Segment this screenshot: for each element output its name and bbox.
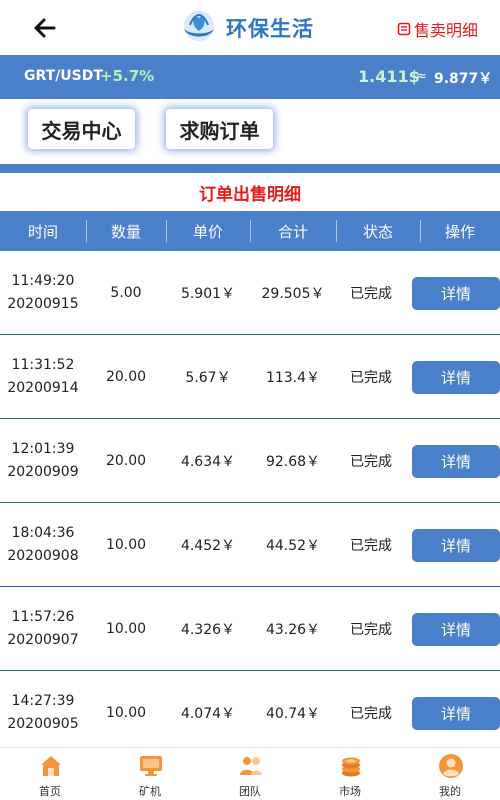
sales-record-label: 售卖明细 — [413, 21, 478, 40]
price-usd: 1.411$ — [358, 67, 420, 86]
time-cell: 11:57:26 20200907 — [0, 587, 86, 671]
date-value: 20200909 — [7, 464, 79, 480]
unit-price-cell: 5.901￥ — [180, 286, 236, 302]
user-icon — [438, 753, 464, 779]
table-row: 11:57:26 20200907 10.00 4.326￥ 43.26￥ 已完… — [0, 587, 500, 671]
status-cell: 已完成 — [350, 706, 392, 722]
column-header-quantity: 数量 — [110, 222, 141, 241]
table-header: 时间 数量 单价 合计 状态 操作 — [0, 211, 500, 251]
table-row: 11:31:52 20200914 20.00 5.67￥ 113.4￥ 已完成… — [0, 335, 500, 419]
tabbar-item-mine[interactable]: 我的 — [400, 748, 500, 800]
tabbar-item-home[interactable]: 首页 — [0, 748, 100, 800]
quantity-cell: 20.00 — [105, 369, 147, 385]
table-row: 12:01:39 20200909 20.00 4.634￥ 92.68￥ 已完… — [0, 419, 500, 503]
column-header-status: 状态 — [362, 222, 393, 241]
unit-price-cell: 4.452￥ — [180, 538, 236, 554]
tab-area: 交易中心 求购订单 — [0, 99, 500, 164]
detail-button[interactable]: 详情 — [412, 445, 500, 478]
price-ticker: GRT/USDT +5.7% 1.411$ ≈ 9.877￥ — [0, 55, 500, 99]
status-cell: 已完成 — [350, 622, 392, 638]
date-value: 20200914 — [7, 380, 79, 396]
status-cell: 已完成 — [350, 286, 392, 302]
price-cny: 9.877￥ — [434, 71, 493, 87]
total-cell: 44.52￥ — [265, 538, 321, 554]
tabbar-label: 团队 — [239, 785, 261, 798]
time-cell: 11:49:20 20200915 — [0, 251, 86, 335]
order-table-body: 11:49:20 20200915 5.00 5.901￥ 29.505￥ 已完… — [0, 251, 500, 755]
unit-price-cell: 4.634￥ — [180, 454, 236, 470]
time-value: 11:49:20 — [11, 273, 75, 289]
quantity-cell: 10.00 — [105, 621, 147, 637]
date-value: 20200907 — [7, 632, 79, 648]
monitor-icon — [138, 753, 164, 779]
brand-logo-icon — [180, 9, 218, 47]
status-cell: 已完成 — [350, 454, 392, 470]
quantity-cell: 5.00 — [110, 285, 142, 301]
tab-trade-center[interactable]: 交易中心 — [28, 109, 135, 149]
column-header-action: 操作 — [444, 222, 475, 241]
date-value: 20200908 — [7, 548, 79, 564]
sales-record-link[interactable]: 售卖明细 — [397, 17, 478, 41]
unit-price-cell: 4.074￥ — [180, 706, 236, 722]
time-value: 12:01:39 — [11, 441, 75, 457]
record-icon — [397, 22, 411, 36]
divider-bar — [0, 164, 500, 173]
section-title: 订单出售明细 — [199, 185, 301, 205]
quantity-cell: 10.00 — [105, 537, 147, 553]
detail-button[interactable]: 详情 — [412, 613, 500, 646]
time-value: 11:31:52 — [11, 357, 75, 373]
column-header-total: 合计 — [277, 222, 308, 241]
table-row: 18:04:36 20200908 10.00 4.452￥ 44.52￥ 已完… — [0, 503, 500, 587]
tabbar-item-miner[interactable]: 矿机 — [100, 748, 200, 800]
brand-title: 环保生活 — [226, 17, 314, 41]
app-header: 环保生活 售卖明细 — [0, 0, 500, 55]
column-header-unit-price: 单价 — [192, 222, 223, 241]
quantity-cell: 20.00 — [105, 453, 147, 469]
tabbar-label: 我的 — [439, 785, 461, 798]
time-cell: 11:31:52 20200914 — [0, 335, 86, 419]
time-value: 14:27:39 — [11, 693, 75, 709]
tabbar-label: 首页 — [39, 785, 61, 798]
total-cell: 40.74￥ — [265, 706, 321, 722]
time-value: 11:57:26 — [11, 609, 75, 625]
detail-button[interactable]: 详情 — [412, 277, 500, 310]
time-value: 18:04:36 — [11, 525, 75, 541]
team-icon — [238, 753, 264, 779]
date-value: 20200915 — [7, 296, 79, 312]
coins-icon — [338, 753, 364, 779]
quantity-cell: 10.00 — [105, 705, 147, 721]
tabbar-item-team[interactable]: 团队 — [200, 748, 300, 800]
table-row: 11:49:20 20200915 5.00 5.901￥ 29.505￥ 已完… — [0, 251, 500, 335]
table-row: 14:27:39 20200905 10.00 4.074￥ 40.74￥ 已完… — [0, 671, 500, 755]
approx-sign: ≈ — [416, 69, 427, 84]
unit-price-cell: 5.67￥ — [185, 370, 231, 386]
tab-buy-orders[interactable]: 求购订单 — [166, 109, 273, 149]
price-change: +5.7% — [100, 67, 155, 85]
time-cell: 18:04:36 20200908 — [0, 503, 86, 587]
trading-pair: GRT/USDT — [24, 68, 103, 84]
column-header-time: 时间 — [27, 222, 58, 241]
bottom-tab-bar: 首页 矿机 团队 市场 我的 — [0, 747, 500, 800]
time-cell: 14:27:39 20200905 — [0, 671, 86, 755]
status-cell: 已完成 — [350, 538, 392, 554]
detail-button[interactable]: 详情 — [412, 529, 500, 562]
total-cell: 92.68￥ — [265, 454, 321, 470]
time-cell: 12:01:39 20200909 — [0, 419, 86, 503]
unit-price-cell: 4.326￥ — [180, 622, 236, 638]
detail-button[interactable]: 详情 — [412, 697, 500, 730]
back-arrow-icon[interactable] — [30, 13, 60, 43]
total-cell: 113.4￥ — [265, 370, 321, 386]
brand: 环保生活 — [180, 11, 314, 45]
date-value: 20200905 — [7, 716, 79, 732]
tabbar-label: 市场 — [339, 785, 361, 798]
tabbar-label: 矿机 — [139, 785, 161, 798]
home-icon — [38, 753, 64, 779]
detail-button[interactable]: 详情 — [412, 361, 500, 394]
status-cell: 已完成 — [350, 370, 392, 386]
tabbar-item-market[interactable]: 市场 — [300, 748, 400, 800]
total-cell: 43.26￥ — [265, 622, 321, 638]
total-cell: 29.505￥ — [261, 286, 325, 302]
